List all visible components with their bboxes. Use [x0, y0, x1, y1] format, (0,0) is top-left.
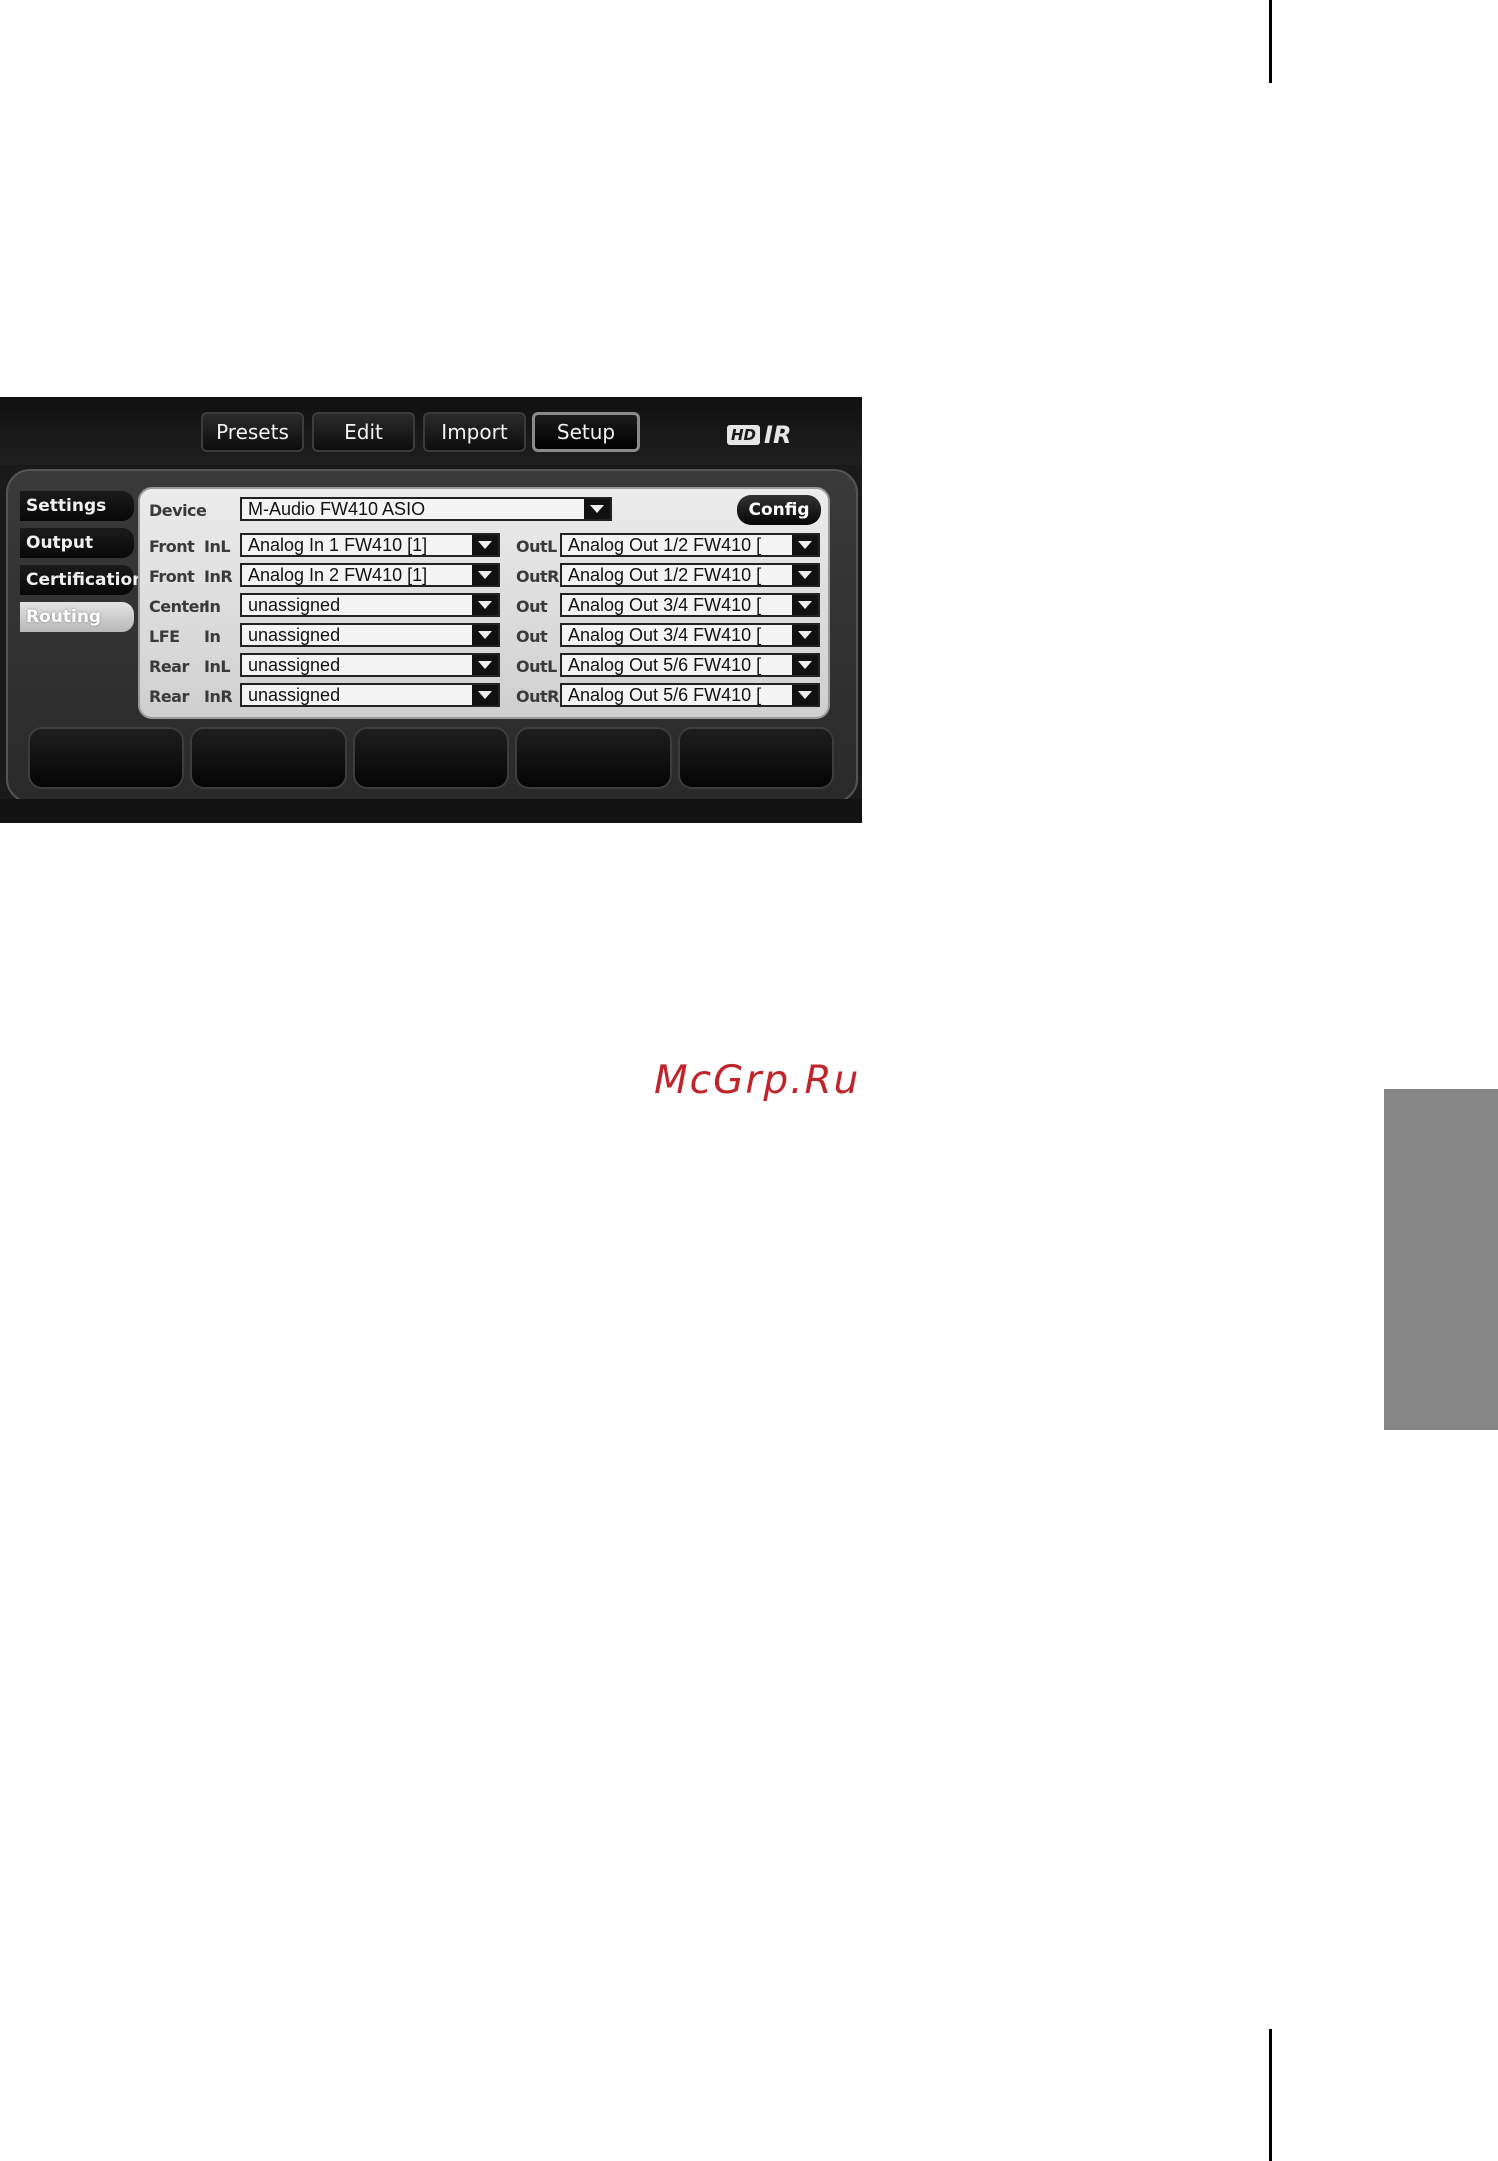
chevron-down-icon	[472, 685, 498, 705]
chevron-down-icon	[792, 685, 818, 705]
device-value: M-Audio FW410 ASIO	[248, 498, 426, 519]
input-value: unassigned	[248, 624, 341, 645]
input-value: unassigned	[248, 684, 341, 705]
bottom-button[interactable]	[515, 727, 672, 789]
bottom-button[interactable]	[352, 727, 510, 789]
output-value: Analog Out 5/6 FW410 [	[568, 684, 762, 705]
input-dropdown[interactable]: Analog In 2 FW410 [1]	[240, 563, 500, 587]
input-dropdown[interactable]: Analog In 1 FW410 [1]	[240, 533, 500, 557]
watermark: McGrp.Ru	[654, 1058, 861, 1103]
chevron-down-icon	[792, 655, 818, 675]
output-dropdown[interactable]: Analog Out 3/4 FW410 [	[560, 623, 820, 647]
input-value: Analog In 1 FW410 [1]	[248, 534, 428, 555]
row-group-label: Front	[149, 537, 195, 556]
row-group-label: Rear	[149, 687, 189, 706]
input-dropdown[interactable]: unassigned	[240, 683, 500, 707]
nav-routing[interactable]: Routing	[20, 602, 134, 632]
row-group-label: LFE	[149, 627, 180, 646]
row-group-label: Center	[149, 597, 207, 616]
bottom-button[interactable]	[28, 727, 185, 789]
device-dropdown[interactable]: M-Audio FW410 ASIO	[240, 497, 612, 521]
chevron-down-icon	[472, 655, 498, 675]
output-dropdown[interactable]: Analog Out 1/2 FW410 [	[560, 563, 820, 587]
chevron-down-icon	[792, 565, 818, 585]
chevron-down-icon	[472, 565, 498, 585]
output-value: Analog Out 3/4 FW410 [	[568, 624, 762, 645]
input-value: unassigned	[248, 654, 341, 675]
chevron-down-icon	[792, 595, 818, 615]
knob-strip	[0, 799, 862, 823]
input-dropdown[interactable]: unassigned	[240, 653, 500, 677]
nav-settings[interactable]: Settings	[20, 491, 134, 521]
row-in-label: In	[204, 627, 221, 646]
config-button[interactable]: Config	[737, 495, 821, 525]
routing-panel: Device M-Audio FW410 ASIO Config Front I…	[138, 487, 830, 719]
tab-presets[interactable]: Presets	[201, 412, 304, 452]
chevron-down-icon	[472, 625, 498, 645]
input-value: unassigned	[248, 594, 341, 615]
logo-ir: IR	[764, 421, 792, 449]
tab-import[interactable]: Import	[423, 412, 526, 452]
output-dropdown[interactable]: Analog Out 5/6 FW410 [	[560, 653, 820, 677]
nav-output[interactable]: Output	[20, 528, 134, 558]
row-out-label: OutR	[516, 687, 559, 706]
bottom-button[interactable]	[677, 727, 835, 789]
row-out-label: Out	[516, 627, 548, 646]
input-value: Analog In 2 FW410 [1]	[248, 564, 428, 585]
logo-hd: HD	[727, 425, 761, 445]
nav-certification[interactable]: Certification	[20, 565, 144, 595]
chevron-down-icon	[792, 625, 818, 645]
side-nav: Settings Output Certification Routing	[20, 491, 144, 639]
row-out-label: OutL	[516, 537, 557, 556]
section-tab	[1384, 1089, 1498, 1430]
tab-edit[interactable]: Edit	[312, 412, 415, 452]
row-in-label: In	[204, 597, 221, 616]
row-out-label: OutR	[516, 567, 559, 586]
output-dropdown[interactable]: Analog Out 1/2 FW410 [	[560, 533, 820, 557]
crop-mark-bottom	[1269, 2029, 1272, 2161]
row-out-label: OutL	[516, 657, 557, 676]
row-group-label: Front	[149, 567, 195, 586]
row-out-label: Out	[516, 597, 548, 616]
output-value: Analog Out 1/2 FW410 [	[568, 534, 762, 555]
row-in-label: InR	[204, 687, 233, 706]
chevron-down-icon	[584, 499, 610, 519]
row-in-label: InL	[204, 537, 231, 556]
bottom-button-row	[28, 727, 835, 789]
output-value: Analog Out 5/6 FW410 [	[568, 654, 762, 675]
input-dropdown[interactable]: unassigned	[240, 623, 500, 647]
output-dropdown[interactable]: Analog Out 3/4 FW410 [	[560, 593, 820, 617]
output-value: Analog Out 3/4 FW410 [	[568, 594, 762, 615]
row-group-label: Rear	[149, 657, 189, 676]
chevron-down-icon	[792, 535, 818, 555]
output-value: Analog Out 1/2 FW410 [	[568, 564, 762, 585]
row-in-label: InR	[204, 567, 233, 586]
chevron-down-icon	[472, 535, 498, 555]
output-dropdown[interactable]: Analog Out 5/6 FW410 [	[560, 683, 820, 707]
tab-setup[interactable]: Setup	[532, 412, 640, 452]
bottom-button[interactable]	[190, 727, 347, 789]
device-label: Device	[149, 501, 207, 520]
crop-mark-top	[1269, 0, 1272, 83]
hdir-logo: HD IR	[727, 421, 791, 449]
input-dropdown[interactable]: unassigned	[240, 593, 500, 617]
chevron-down-icon	[472, 595, 498, 615]
plugin-window: Presets Edit Import Setup HD IR Settings…	[0, 397, 862, 823]
row-in-label: InL	[204, 657, 231, 676]
